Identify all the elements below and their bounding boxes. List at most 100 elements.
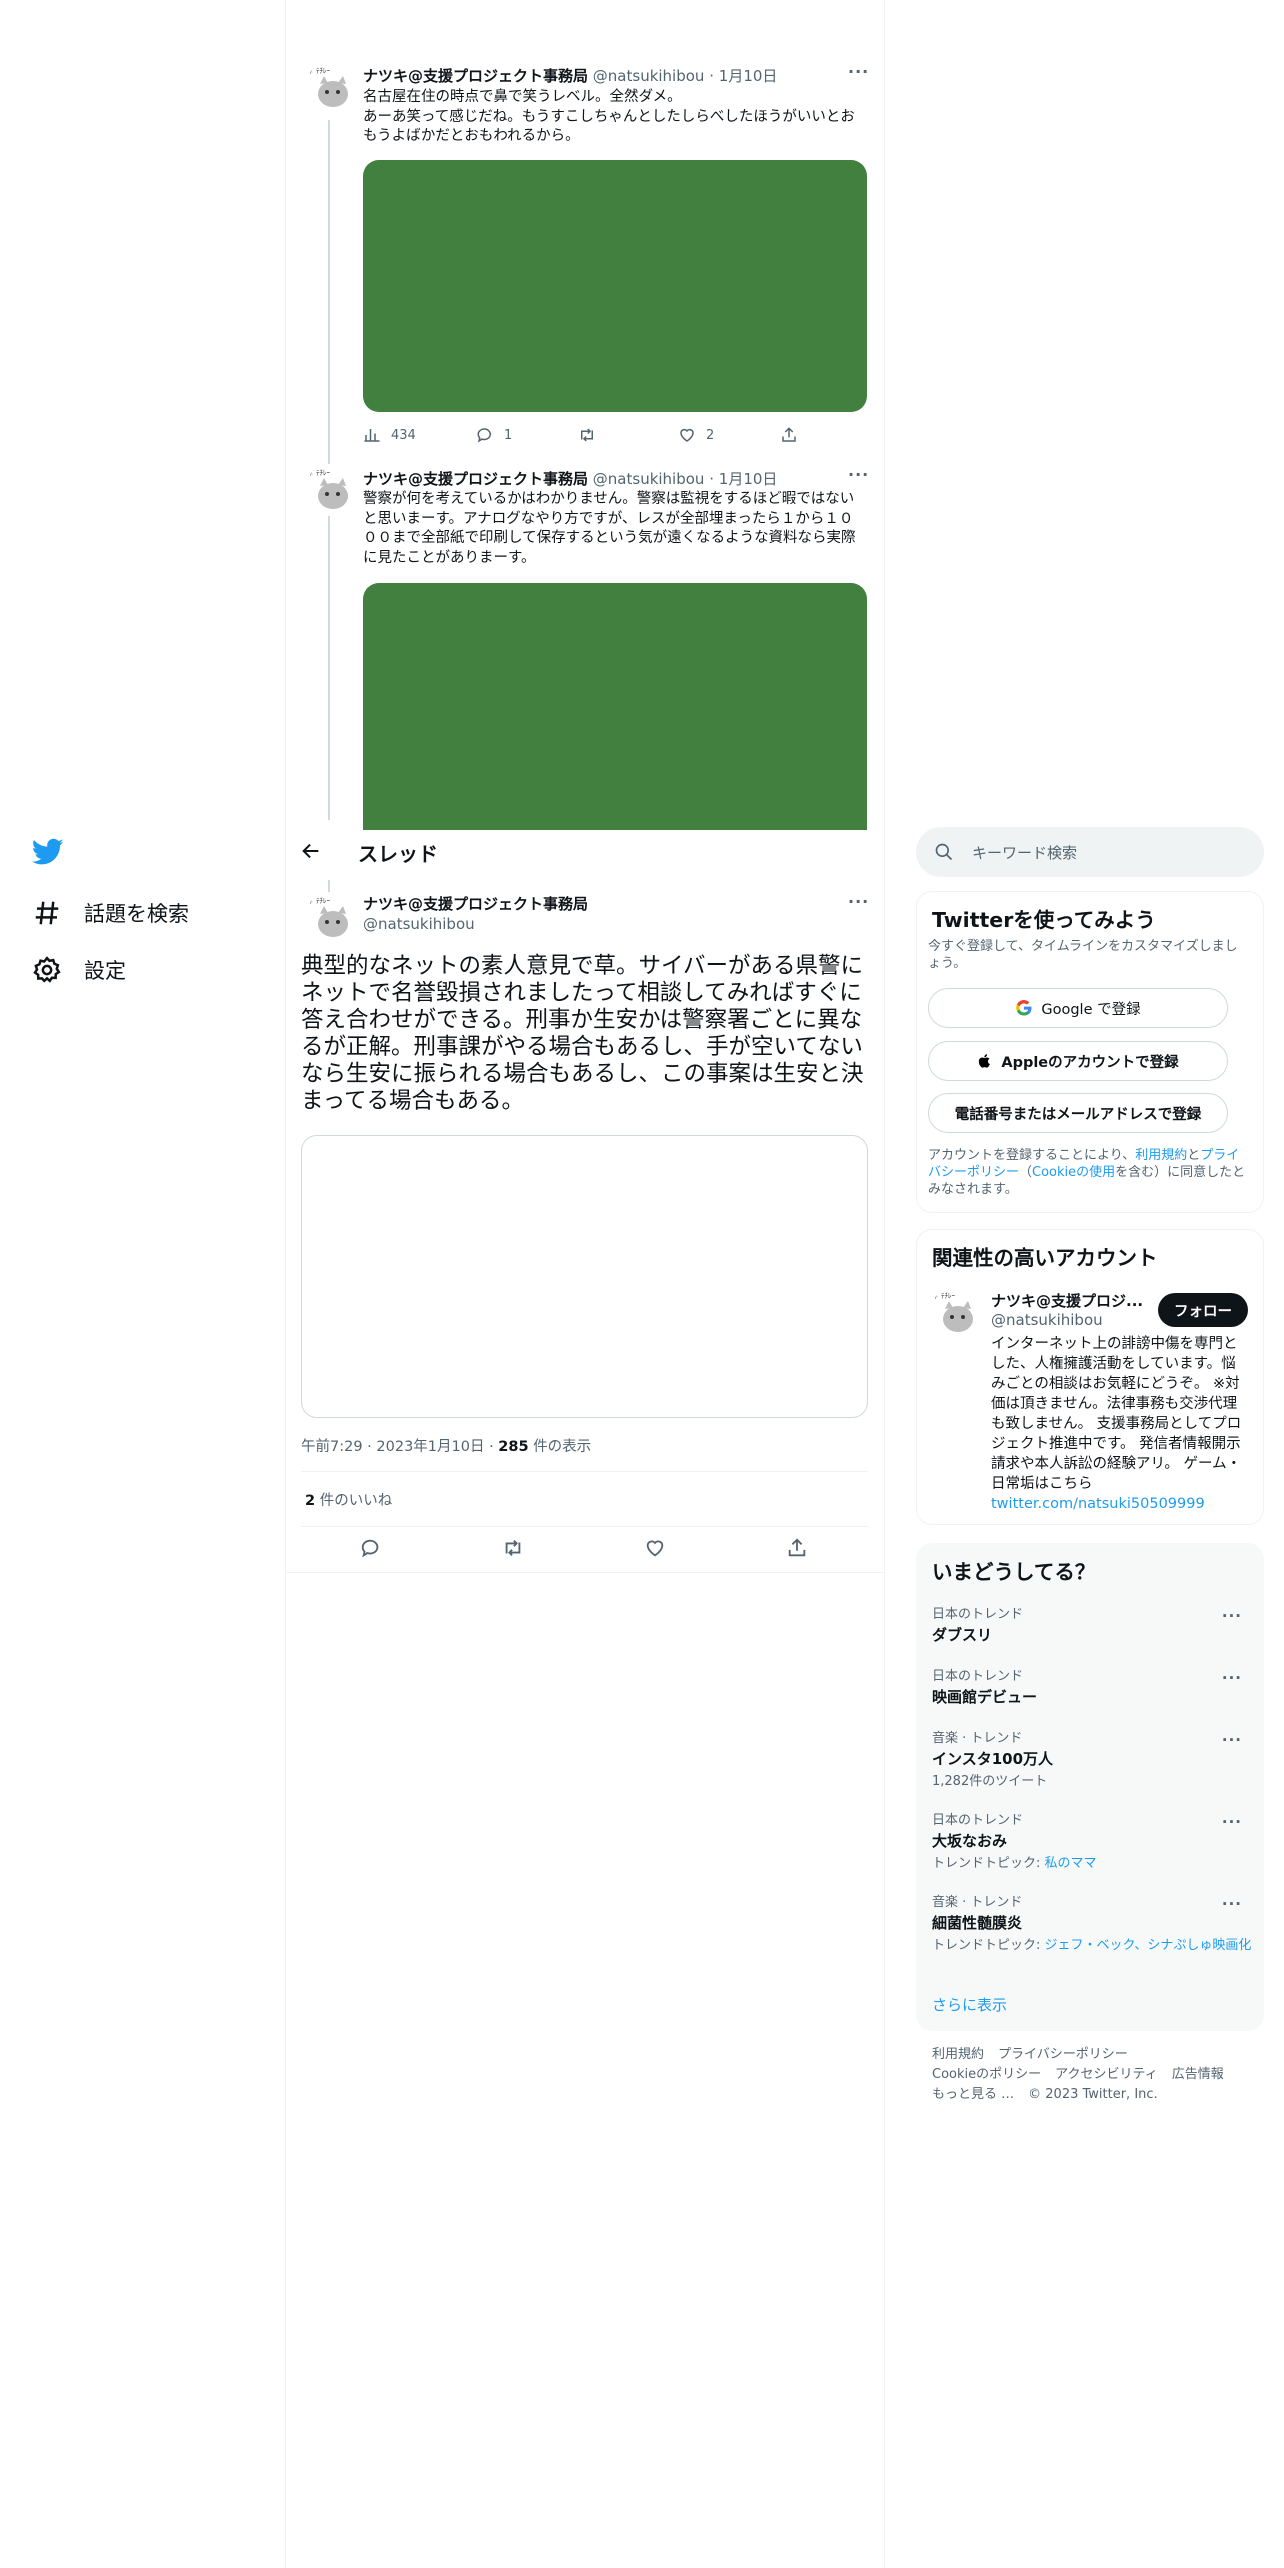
author-name[interactable]: ナツキ@支援プロジェクト事務局 <box>363 470 588 488</box>
tweet-date[interactable]: 1月10日 <box>719 67 778 85</box>
nav-explore[interactable]: 話題を検索 <box>32 898 189 928</box>
apple-signup-button[interactable]: Appleのアカウントで登録 <box>928 1041 1228 1081</box>
like-count: 2 <box>706 427 715 443</box>
avatar[interactable]: ﾎﾟﾃﾁﾚｰ <box>305 892 357 944</box>
share-button[interactable] <box>780 426 798 444</box>
trend-more-icon[interactable]: ··· <box>1222 1895 1242 1913</box>
footer-copyright: © 2023 Twitter, Inc. <box>1028 2087 1158 2102</box>
trend-topic: トレンドトピック: 私のママ <box>932 1855 1256 1872</box>
signup-title: Twitterを使ってみよう <box>932 908 1156 932</box>
like-button[interactable] <box>644 1537 666 1563</box>
reply-button[interactable]: 1 <box>476 426 578 444</box>
related-account-name[interactable]: ナツキ@支援プロジ... <box>991 1290 1143 1311</box>
signup-subtitle: 今すぐ登録して、タイムラインをカスタマイズしましょう。 <box>928 939 1238 971</box>
svg-text:ﾎﾟﾃﾁﾚｰ: ﾎﾟﾃﾁﾚｰ <box>309 897 330 905</box>
phone-email-signup-button[interactable]: 電話番号またはメールアドレスで登録 <box>928 1093 1228 1133</box>
trend-context: 日本のトレンド <box>932 1607 1024 1622</box>
author-name[interactable]: ナツキ@支援プロジェクト事務局 <box>363 67 588 85</box>
trend-topic-label: トレンドトピック: <box>932 1856 1045 1871</box>
separator-dot: · <box>709 470 714 488</box>
avatar[interactable]: ﾎﾟﾃﾁﾚｰ <box>305 62 357 114</box>
tweet-text: 名古屋在住の時点で鼻で笑うレベル。全然ダメ。 あーあ笑って感じだね。もうすこしち… <box>363 88 863 147</box>
cookie-link[interactable]: Cookieの使用 <box>1032 1165 1115 1180</box>
trend-topic-link[interactable]: ジェフ・ベック、シナぷしゅ映画化 <box>1045 1938 1252 1953</box>
tweet-date[interactable]: 1月10日 <box>719 470 778 488</box>
footer-ads-link[interactable]: 広告情報 <box>1172 2067 1224 2082</box>
trend-name: インスタ100万人 <box>932 1750 1054 1768</box>
retweet-button[interactable] <box>578 426 678 444</box>
tweet-time[interactable]: 午前7:29 <box>301 1439 363 1455</box>
author-handle[interactable]: @natsukihibou <box>363 915 475 933</box>
retweet-icon <box>581 428 593 442</box>
avatar[interactable]: ﾎﾟﾃﾁﾚｰ <box>305 464 357 516</box>
heart-icon <box>646 1540 664 1557</box>
apple-signup-label: Appleのアカウントで登録 <box>1001 1054 1179 1071</box>
back-arrow-icon[interactable] <box>300 840 322 867</box>
footer-terms-link[interactable]: 利用規約 <box>932 2047 984 2062</box>
related-account-handle[interactable]: @natsukihibou <box>991 1311 1103 1329</box>
trend-item[interactable]: 音楽 · トレンド インスタ100万人 1,282件のツイート ··· <box>932 1727 1256 1790</box>
search-box[interactable]: キーワード検索 <box>916 827 1264 877</box>
svg-text:ﾎﾟﾃﾁﾚｰ: ﾎﾟﾃﾁﾚｰ <box>934 1292 955 1300</box>
author-handle[interactable]: @natsukihibou <box>593 470 705 488</box>
signup-legal: アカウントを登録することにより、利用規約とプライバシーポリシー（Cookieの使… <box>928 1147 1248 1198</box>
trend-more-icon[interactable]: ··· <box>1222 1669 1242 1687</box>
trend-topic: トレンドトピック: ジェフ・ベック、シナぷしゅ映画化 <box>932 1937 1256 1954</box>
author-handle[interactable]: @natsukihibou <box>593 67 705 85</box>
trend-name: ダブスリ <box>932 1626 993 1644</box>
tweet-date[interactable]: 2023年1月10日 <box>376 1439 484 1455</box>
legal-text: アカウントを登録することにより、 <box>928 1148 1136 1163</box>
views-button[interactable]: 434 <box>363 426 476 444</box>
reply-button[interactable] <box>360 1537 382 1563</box>
trend-more-icon[interactable]: ··· <box>1222 1731 1242 1749</box>
footer-privacy-link[interactable]: プライバシーポリシー <box>998 2047 1128 2062</box>
gear-icon <box>33 956 61 983</box>
trend-item[interactable]: 日本のトレンド 大坂なおみ トレンドトピック: 私のママ ··· <box>932 1809 1256 1872</box>
trend-context: 音楽 · トレンド <box>932 1731 1023 1746</box>
nav-settings-label: 設定 <box>84 959 126 983</box>
footer-cookie-link[interactable]: Cookieのポリシー <box>932 2067 1041 2082</box>
trend-item[interactable]: 日本のトレンド ダブスリ ··· <box>932 1603 1256 1645</box>
share-button[interactable] <box>786 1537 808 1563</box>
search-icon <box>935 843 953 861</box>
main-tweet-text: 典型的なネットの素人意見で草。サイバーがある県警にネットで名誉毀損されましたって… <box>301 953 864 1114</box>
nav-settings[interactable]: 設定 <box>32 955 126 985</box>
more-options-icon[interactable]: ··· <box>848 465 869 484</box>
google-icon <box>1016 1000 1032 1016</box>
trends-title: いまどうしてる？ <box>932 1560 1096 1584</box>
footer-more-link[interactable]: もっと見る … <box>932 2087 1014 2102</box>
likes-summary[interactable]: 2 件のいいね <box>305 1489 392 1510</box>
twitter-logo-icon[interactable] <box>31 838 64 870</box>
trend-item[interactable]: 日本のトレンド 映画館デビュー ··· <box>932 1665 1256 1707</box>
views-count: 285 <box>498 1439 529 1455</box>
author-name[interactable]: ナツキ@支援プロジェクト事務局 <box>363 893 588 914</box>
avatar[interactable]: ﾎﾟﾃﾁﾚｰ <box>930 1287 982 1339</box>
like-button[interactable]: 2 <box>678 426 780 444</box>
tweet-media-image[interactable] <box>363 160 867 412</box>
tweet-media-placeholder[interactable] <box>301 1135 868 1418</box>
retweet-button[interactable] <box>502 1537 524 1563</box>
page-title: スレッド <box>358 842 438 866</box>
heart-icon <box>680 428 694 442</box>
apple-icon <box>979 1054 991 1068</box>
divider <box>301 1526 868 1527</box>
bio-link[interactable]: twitter.com/natsuki50509999 <box>991 1496 1205 1512</box>
more-options-icon[interactable]: ··· <box>848 892 869 911</box>
more-options-icon[interactable]: ··· <box>848 62 869 81</box>
divider <box>301 1471 868 1472</box>
trend-topic-link[interactable]: 私のママ <box>1045 1856 1097 1871</box>
trend-more-icon[interactable]: ··· <box>1222 1813 1242 1831</box>
show-more-link[interactable]: さらに表示 <box>932 1994 1007 2015</box>
related-title: 関連性の高いアカウント <box>932 1246 1158 1270</box>
terms-link[interactable]: 利用規約 <box>1135 1148 1187 1163</box>
trend-item[interactable]: 音楽 · トレンド 細菌性髄膜炎 トレンドトピック: ジェフ・ベック、シナぷしゅ… <box>932 1891 1256 1954</box>
tweet-media-image[interactable] <box>363 583 867 830</box>
follow-button[interactable]: フォロー <box>1158 1293 1248 1327</box>
share-icon <box>788 1538 806 1557</box>
footer-accessibility-link[interactable]: アクセシビリティ <box>1055 2067 1158 2082</box>
trend-more-icon[interactable]: ··· <box>1222 1607 1242 1625</box>
trend-name: 映画館デビュー <box>932 1688 1038 1706</box>
google-signup-button[interactable]: Google で登録 <box>928 988 1228 1028</box>
svg-text:ﾎﾟﾃﾁﾚｰ: ﾎﾟﾃﾁﾚｰ <box>309 67 330 75</box>
likes-label: 件のいいね <box>319 1493 393 1509</box>
